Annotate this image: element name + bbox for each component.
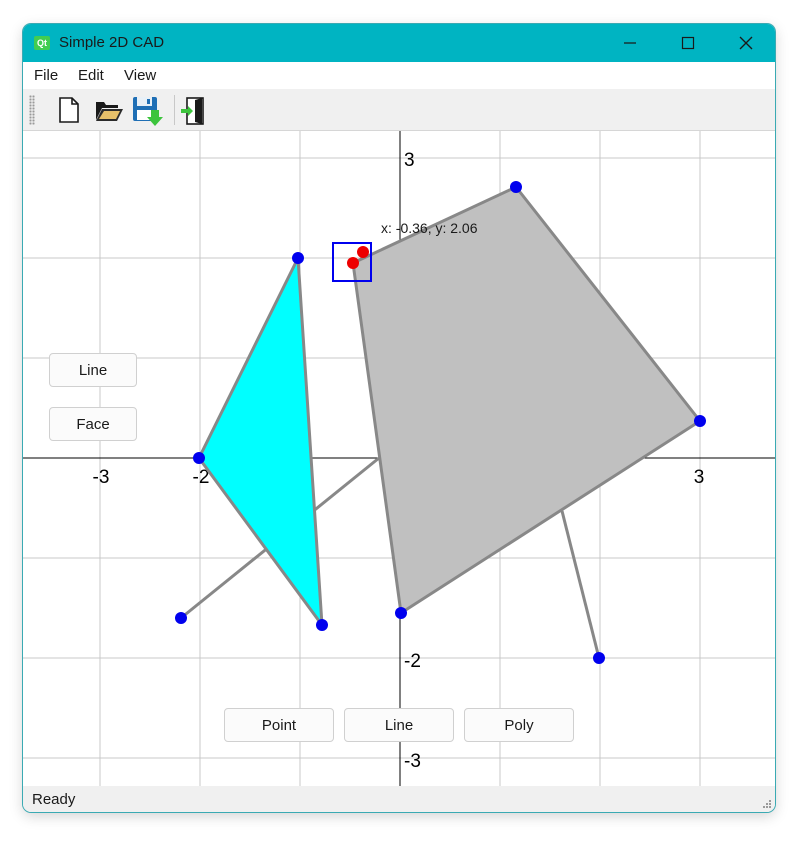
maximize-button[interactable] xyxy=(659,24,717,62)
menu-view[interactable]: View xyxy=(124,67,156,84)
main-window: Qt Simple 2D CAD File Edit View -3 -2 3 … xyxy=(23,24,775,812)
x-tick-label-neg3: -3 xyxy=(93,467,110,488)
open-folder-icon xyxy=(96,102,123,121)
triangle-face[interactable] xyxy=(197,256,324,627)
new-file-button[interactable] xyxy=(53,93,85,127)
menu-file[interactable]: File xyxy=(34,67,58,84)
toolbar xyxy=(23,89,775,131)
selected-vertex-point[interactable] xyxy=(357,246,369,258)
menu-bar: File Edit View xyxy=(23,62,775,89)
close-icon xyxy=(739,36,753,50)
y-tick-label-neg2: -2 xyxy=(404,651,421,672)
close-button[interactable] xyxy=(717,24,775,62)
vertex-point[interactable] xyxy=(292,252,304,264)
quad-face[interactable] xyxy=(351,185,702,615)
menu-edit[interactable]: Edit xyxy=(78,67,104,84)
vertex-point[interactable] xyxy=(593,652,605,664)
qt-app-icon: Qt xyxy=(34,36,50,50)
exit-icon xyxy=(181,97,204,125)
x-tick-label-pos3: 3 xyxy=(694,467,705,488)
resize-grip-icon[interactable] xyxy=(762,799,772,809)
toolbar-grip[interactable] xyxy=(29,95,35,125)
drawing-canvas[interactable]: -3 -2 3 3 -2 -3 x: -0.36, y: 2.06 Line F… xyxy=(23,131,775,786)
vertex-point[interactable] xyxy=(316,619,328,631)
line-tool-button[interactable]: Line xyxy=(344,708,454,742)
y-tick-label-neg3: -3 xyxy=(404,751,421,772)
window-title: Simple 2D CAD xyxy=(59,34,165,51)
vertex-point[interactable] xyxy=(395,607,407,619)
side-face-button[interactable]: Face xyxy=(49,407,137,441)
save-button[interactable] xyxy=(130,93,163,127)
open-file-button[interactable] xyxy=(92,93,124,127)
canvas-svg[interactable]: -3 -2 3 3 -2 -3 x: -0.36, y: 2.06 xyxy=(23,131,775,786)
poly-tool-button[interactable]: Poly xyxy=(464,708,574,742)
save-icon xyxy=(133,97,163,126)
vertex-point[interactable] xyxy=(694,415,706,427)
exit-button[interactable] xyxy=(177,93,209,127)
point-tool-button[interactable]: Point xyxy=(224,708,334,742)
vertex-point[interactable] xyxy=(175,612,187,624)
minimize-icon xyxy=(624,42,636,44)
vertex-point[interactable] xyxy=(510,181,522,193)
minimize-button[interactable] xyxy=(601,24,659,62)
line-segment[interactable] xyxy=(560,510,601,659)
status-bar: Ready xyxy=(23,786,775,812)
side-line-button[interactable]: Line xyxy=(49,353,137,387)
new-file-icon xyxy=(59,97,79,123)
cursor-coordinate-readout: x: -0.36, y: 2.06 xyxy=(381,220,478,236)
status-text: Ready xyxy=(32,791,76,808)
y-tick-label-pos3: 3 xyxy=(404,150,415,171)
vertex-point[interactable] xyxy=(193,452,205,464)
selected-vertex-point[interactable] xyxy=(347,257,359,269)
title-bar[interactable]: Qt Simple 2D CAD xyxy=(23,24,775,62)
toolbar-separator xyxy=(174,95,175,125)
maximize-icon xyxy=(681,36,695,50)
